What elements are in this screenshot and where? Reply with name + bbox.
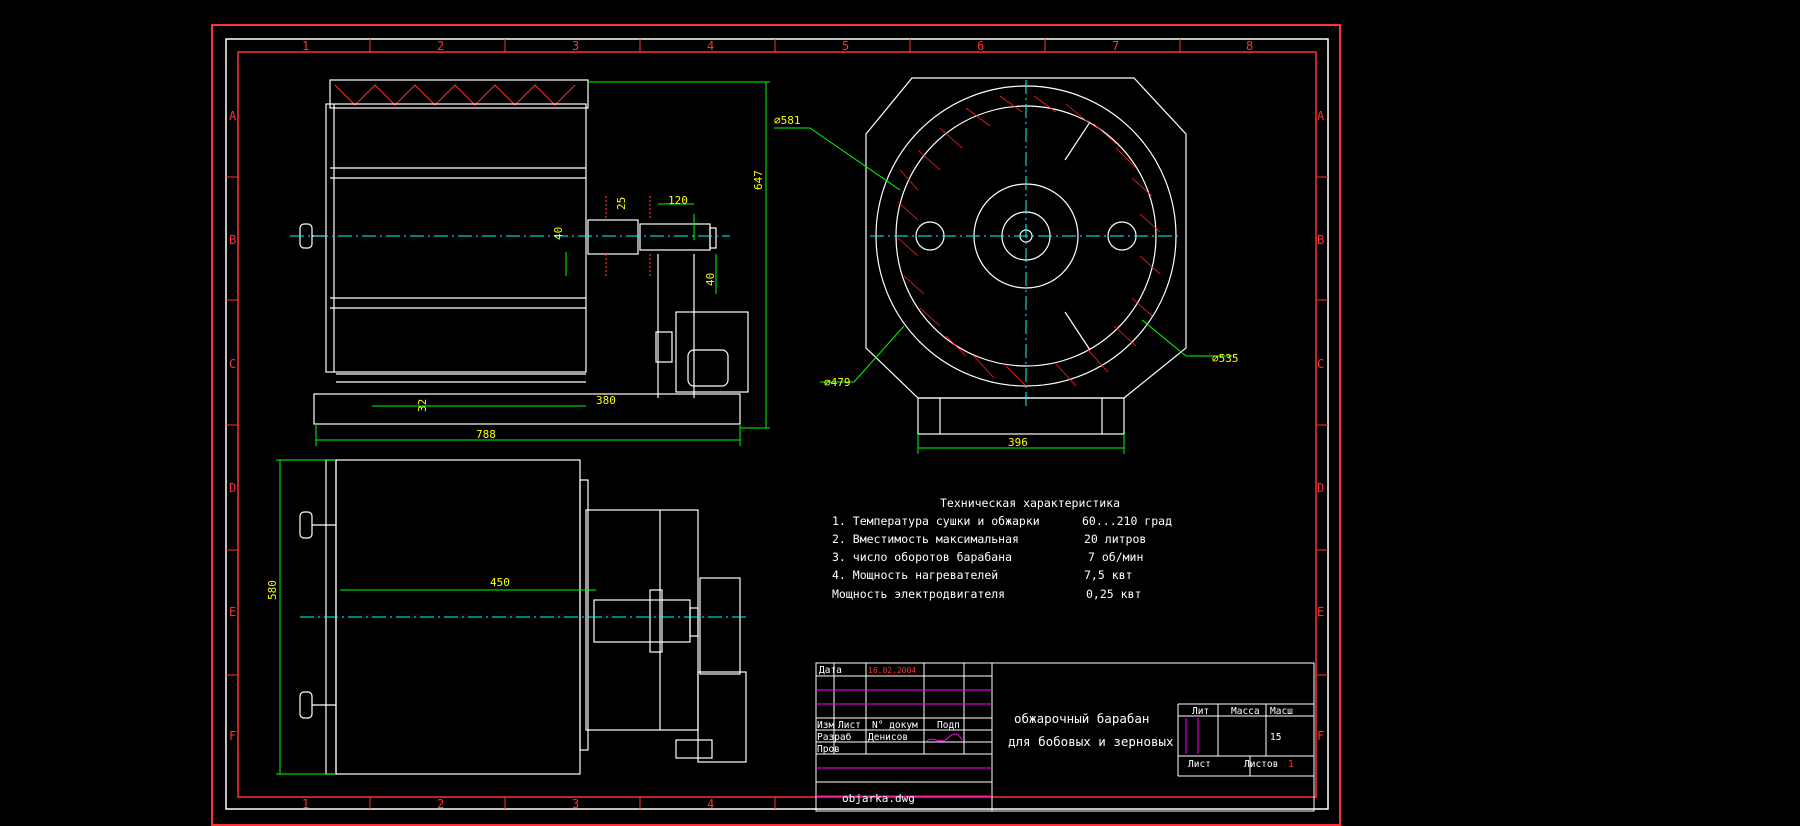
tb-date-label: Дата bbox=[819, 665, 842, 676]
zone-row-label: B bbox=[229, 233, 236, 247]
tb-podp: Подп bbox=[937, 720, 960, 731]
tb-ndoc: N° докум bbox=[872, 720, 918, 731]
plan-view-dim-text: 580 450 bbox=[266, 576, 510, 600]
zone-row-label: F bbox=[229, 729, 236, 743]
specs-heading: Техническая характеристика bbox=[940, 496, 1120, 510]
plan-handle-bottom bbox=[299, 691, 313, 719]
tb-file-name: objarka.dwg bbox=[842, 792, 915, 805]
support-feet bbox=[917, 397, 1125, 435]
zone-row-label: A bbox=[1317, 109, 1325, 123]
base-frame bbox=[313, 393, 741, 425]
side-view bbox=[865, 77, 1187, 435]
tb-date-value: 16.02.2004 bbox=[868, 666, 916, 675]
dim-40-a: 40 bbox=[552, 227, 565, 240]
hopper-hatch bbox=[334, 84, 576, 106]
zone-row-label: E bbox=[229, 605, 236, 619]
zone-col-label: 8 bbox=[1246, 39, 1253, 53]
zone-col-label: 5 bbox=[842, 39, 849, 53]
zone-row-label: E bbox=[1317, 605, 1324, 619]
plan-handle-top bbox=[299, 511, 313, 539]
spec-label: 2. Вместимость максимальная bbox=[832, 532, 1019, 546]
plan-motor bbox=[699, 577, 741, 675]
tb-list: Лист bbox=[838, 720, 861, 731]
dim-40-b: 40 bbox=[704, 273, 717, 286]
tb-sheet: Лист bbox=[1188, 759, 1211, 770]
tb-scale-value: 15 bbox=[1270, 732, 1281, 743]
spec-value: 60...210 град bbox=[1082, 514, 1172, 528]
tb-razrab: Разраб bbox=[817, 732, 852, 743]
dim-580: 580 bbox=[266, 580, 279, 600]
tb-massa: Масса bbox=[1231, 706, 1260, 717]
tb-masht: Масш bbox=[1270, 706, 1293, 717]
front-view-dimensions bbox=[315, 81, 770, 446]
drum-body bbox=[325, 103, 587, 373]
zone-row-label: F bbox=[1317, 729, 1324, 743]
zone-col-label: 3 bbox=[572, 797, 579, 811]
bearing-housing bbox=[587, 219, 639, 255]
plan-view bbox=[299, 459, 750, 775]
dim-d535: ⌀535 bbox=[1212, 352, 1239, 365]
dim-120: 120 bbox=[668, 194, 688, 207]
zone-col-label: 3 bbox=[572, 39, 579, 53]
sheet-outer-border bbox=[211, 24, 1341, 826]
dim-d581: ⌀581 bbox=[774, 114, 801, 127]
front-view bbox=[290, 79, 749, 425]
tb-title-line2: для бобовых и зерновых bbox=[1008, 734, 1174, 749]
tb-title-line1: обжарочный барабан bbox=[1014, 711, 1149, 726]
dim-25: 25 bbox=[615, 197, 628, 210]
tb-sheets-value: 1 bbox=[1288, 759, 1294, 770]
tb-izm: Изм bbox=[817, 720, 834, 731]
zone-row-label: C bbox=[1317, 357, 1324, 371]
spec-value: 20 литров bbox=[1084, 532, 1146, 546]
spec-label: 1. Температура сушки и обжарки bbox=[832, 514, 1040, 528]
zone-row-label: A bbox=[229, 109, 237, 123]
zone-col-label: 4 bbox=[707, 39, 714, 53]
dim-380: 380 bbox=[596, 394, 616, 407]
zone-labels-left: A B C D E F bbox=[229, 109, 237, 743]
signature-scribble bbox=[925, 733, 963, 743]
zone-col-label: 2 bbox=[437, 797, 444, 811]
spec-value: 7,5 квт bbox=[1084, 568, 1132, 582]
dim-647: 647 bbox=[752, 170, 765, 190]
zone-row-label: C bbox=[229, 357, 236, 371]
zone-col-label: 6 bbox=[977, 39, 984, 53]
dim-d479: ⌀479 bbox=[824, 376, 851, 389]
tb-razrab-name: Денисов bbox=[868, 732, 908, 743]
dim-788: 788 bbox=[476, 428, 496, 441]
spec-value: 7 об/мин bbox=[1088, 550, 1143, 564]
drawing-canvas: 1 2 3 4 5 6 7 8 1 2 3 4 A B C D E F A B … bbox=[211, 24, 1341, 826]
dim-32: 32 bbox=[416, 399, 429, 412]
zone-labels-right: A B C D E F bbox=[1317, 109, 1325, 743]
dim-396: 396 bbox=[1008, 436, 1028, 449]
spec-label: 4. Мощность нагревателей bbox=[832, 568, 998, 582]
tb-prov: Пров bbox=[817, 744, 840, 755]
tb-lit: Лит bbox=[1192, 706, 1209, 717]
zone-col-label: 7 bbox=[1112, 39, 1119, 53]
zone-row-label: B bbox=[1317, 233, 1324, 247]
dim-450: 450 bbox=[490, 576, 510, 589]
spec-label: Мощность электродвигателя bbox=[832, 587, 1005, 601]
zone-col-label: 2 bbox=[437, 39, 444, 53]
zone-labels-top: 1 2 3 4 5 6 7 8 bbox=[302, 39, 1253, 53]
zone-col-label: 1 bbox=[302, 39, 309, 53]
title-block-text: Дата 16.02.2004 Изм Лист N° докум Подп Р… bbox=[817, 665, 1294, 805]
tb-sheets: Листов bbox=[1244, 759, 1278, 770]
technical-specs: Техническая характеристика 1. Температур… bbox=[832, 496, 1172, 601]
zone-col-label: 1 bbox=[302, 797, 309, 811]
plan-frame bbox=[585, 509, 699, 731]
gearbox bbox=[675, 311, 749, 393]
zone-row-label: D bbox=[1317, 481, 1324, 495]
spec-label: 3. число оборотов барабана bbox=[832, 550, 1012, 564]
front-view-dim-text: 647 788 380 32 120 25 40 40 bbox=[416, 170, 765, 441]
spec-value: 0,25 квт bbox=[1086, 587, 1141, 601]
zone-row-label: D bbox=[229, 481, 236, 495]
zone-col-label: 4 bbox=[707, 797, 714, 811]
